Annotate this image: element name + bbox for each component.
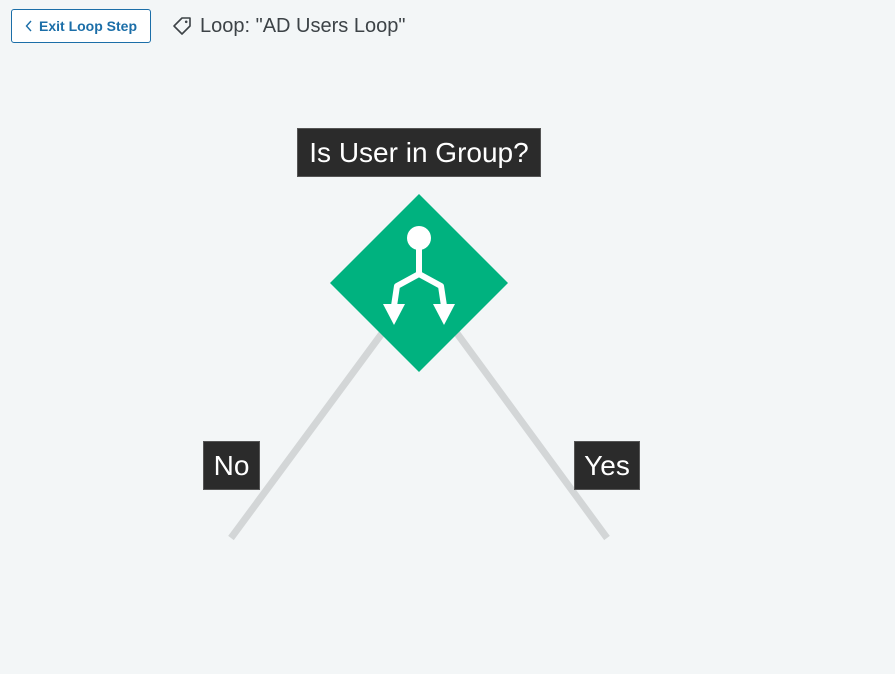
exit-loop-step-button[interactable]: Exit Loop Step xyxy=(11,9,151,43)
decision-diamond xyxy=(330,194,508,372)
decision-node-label: Is User in Group? xyxy=(297,128,541,177)
exit-loop-step-label: Exit Loop Step xyxy=(39,18,137,34)
tag-icon xyxy=(171,15,193,37)
header: Exit Loop Step Loop: "AD Users Loop" xyxy=(0,0,895,52)
loop-title-text: Loop: "AD Users Loop" xyxy=(200,14,406,37)
decision-node[interactable] xyxy=(330,194,508,372)
yes-branch-label: Yes xyxy=(574,441,640,490)
flow-canvas: Is User in Group? No Yes xyxy=(0,52,895,674)
loop-title: Loop: "AD Users Loop" xyxy=(171,12,405,40)
chevron-left-icon xyxy=(25,20,33,32)
no-branch-label: No xyxy=(203,441,260,490)
